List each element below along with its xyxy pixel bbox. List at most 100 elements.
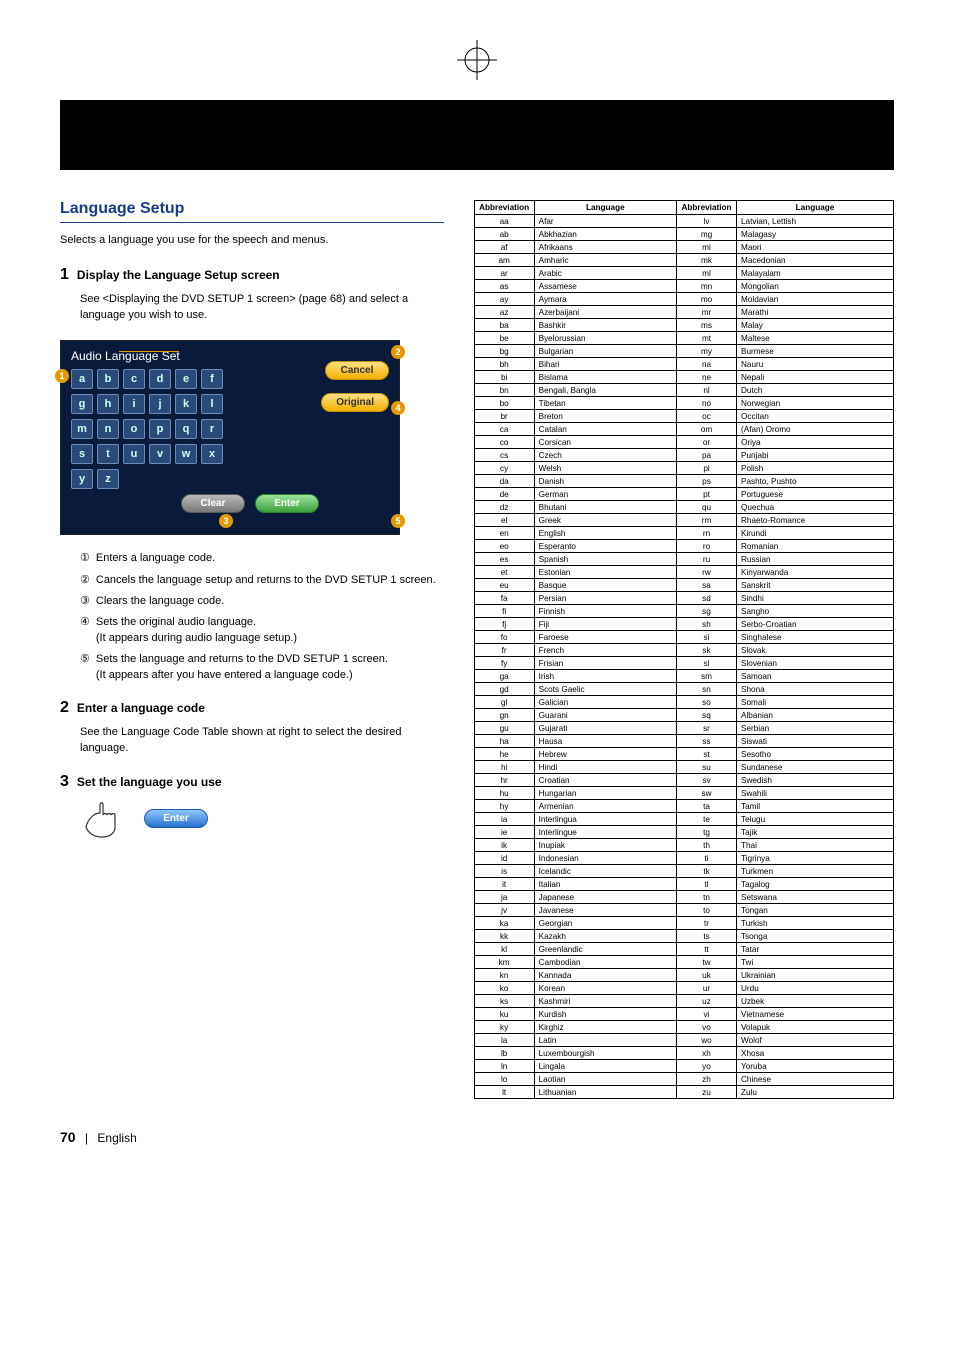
abbr-cell: lv xyxy=(677,215,737,228)
table-row: foFaroesesiSinghalese xyxy=(474,631,893,644)
step-title: Display the Language Setup screen xyxy=(77,266,280,284)
abbr-cell: kn xyxy=(474,969,534,982)
abbr-cell: en xyxy=(474,527,534,540)
page-footer: 70 | English xyxy=(60,1129,894,1145)
lang-cell: Shona xyxy=(737,683,894,696)
table-row: brBretonocOccitan xyxy=(474,410,893,423)
clear-button[interactable]: Clear xyxy=(181,494,245,513)
enter-button[interactable]: Enter xyxy=(255,494,319,513)
lang-cell: Kurdish xyxy=(534,1008,676,1021)
abbr-cell: bn xyxy=(474,384,534,397)
abbr-cell: rm xyxy=(677,514,737,527)
osd-key[interactable]: u xyxy=(123,444,145,464)
lang-cell: Inupiak xyxy=(534,839,676,852)
abbr-cell: nl xyxy=(677,384,737,397)
abbr-cell: da xyxy=(474,475,534,488)
table-row: guGujaratisrSerbian xyxy=(474,722,893,735)
abbr-cell: et xyxy=(474,566,534,579)
osd-key[interactable]: e xyxy=(175,369,197,389)
osd-key[interactable]: d xyxy=(149,369,171,389)
osd-key[interactable]: k xyxy=(175,394,197,414)
lang-cell: Chinese xyxy=(737,1073,894,1086)
osd-key[interactable]: a xyxy=(71,369,93,389)
abbr-cell: lo xyxy=(474,1073,534,1086)
footer-divider: | xyxy=(85,1131,88,1145)
osd-key[interactable]: f xyxy=(201,369,223,389)
osd-key[interactable]: y xyxy=(71,469,93,489)
abbr-cell: te xyxy=(677,813,737,826)
lang-cell: Malagasy xyxy=(737,228,894,241)
abbr-cell: xh xyxy=(677,1047,737,1060)
lang-cell: Nauru xyxy=(737,358,894,371)
col-abbr-header: Abbreviation xyxy=(474,201,534,215)
osd-key[interactable]: t xyxy=(97,444,119,464)
enter-touch-button[interactable]: Enter xyxy=(144,809,208,828)
lang-cell: Danish xyxy=(534,475,676,488)
lang-cell: Japanese xyxy=(534,891,676,904)
abbr-cell: bh xyxy=(474,358,534,371)
table-row: kyKirghizvoVolapuk xyxy=(474,1021,893,1034)
abbr-cell: sk xyxy=(677,644,737,657)
abbr-cell: mn xyxy=(677,280,737,293)
step-1-header: 1 Display the Language Setup screen xyxy=(60,266,444,284)
cancel-button[interactable]: Cancel xyxy=(325,361,389,380)
osd-key[interactable]: b xyxy=(97,369,119,389)
abbr-cell: bo xyxy=(474,397,534,410)
lang-cell: Scots Gaelic xyxy=(534,683,676,696)
osd-key[interactable]: m xyxy=(71,419,93,439)
abbr-cell: hy xyxy=(474,800,534,813)
osd-key[interactable]: s xyxy=(71,444,93,464)
osd-key[interactable]: z xyxy=(97,469,119,489)
table-row: beByelorussianmtMaltese xyxy=(474,332,893,345)
osd-key[interactable]: q xyxy=(175,419,197,439)
osd-key[interactable]: o xyxy=(123,419,145,439)
abbr-cell: br xyxy=(474,410,534,423)
step-3-header: 3 Set the language you use xyxy=(60,773,444,791)
abbr-cell: gl xyxy=(474,696,534,709)
lang-cell: Maltese xyxy=(737,332,894,345)
table-row: eoEsperantoroRomanian xyxy=(474,540,893,553)
osd-key[interactable]: v xyxy=(149,444,171,464)
osd-key[interactable]: l xyxy=(201,394,223,414)
lang-cell: Azerbaijani xyxy=(534,306,676,319)
abbr-cell: fi xyxy=(474,605,534,618)
abbr-cell: my xyxy=(677,345,737,358)
lang-cell: Portuguese xyxy=(737,488,894,501)
abbr-cell: su xyxy=(677,761,737,774)
osd-key[interactable]: n xyxy=(97,419,119,439)
osd-key[interactable]: i xyxy=(123,394,145,414)
lang-cell: Basque xyxy=(534,579,676,592)
osd-key[interactable]: w xyxy=(175,444,197,464)
table-row: dzBhutaniquQuechua xyxy=(474,501,893,514)
step-number: 2 xyxy=(60,699,69,717)
table-row: haHausassSiswati xyxy=(474,735,893,748)
abbr-cell: kl xyxy=(474,943,534,956)
step-title: Set the language you use xyxy=(77,773,222,791)
callout-item: ⑤Sets the language and returns to the DV… xyxy=(80,652,444,683)
abbr-cell: af xyxy=(474,241,534,254)
table-row: bnBengali, BanglanlDutch xyxy=(474,384,893,397)
language-code-table: Abbreviation Language Abbreviation Langu… xyxy=(474,200,894,1099)
table-row: kkKazakhtsTsonga xyxy=(474,930,893,943)
table-row: ksKashmiriuzUzbek xyxy=(474,995,893,1008)
lang-cell: Lingala xyxy=(534,1060,676,1073)
original-button[interactable]: Original xyxy=(321,393,389,412)
lang-cell: Tibetan xyxy=(534,397,676,410)
lang-cell: Burmese xyxy=(737,345,894,358)
osd-key[interactable]: j xyxy=(149,394,171,414)
osd-key[interactable]: x xyxy=(201,444,223,464)
lang-cell: German xyxy=(534,488,676,501)
osd-key[interactable]: h xyxy=(97,394,119,414)
lang-cell: Irish xyxy=(534,670,676,683)
osd-key[interactable]: p xyxy=(149,419,171,439)
table-row: deGermanptPortuguese xyxy=(474,488,893,501)
lang-cell: Somali xyxy=(737,696,894,709)
lang-cell: Spanish xyxy=(534,553,676,566)
lang-cell: Sindhi xyxy=(737,592,894,605)
osd-key[interactable]: r xyxy=(201,419,223,439)
abbr-cell: es xyxy=(474,553,534,566)
lang-cell: Marathi xyxy=(737,306,894,319)
osd-key[interactable]: c xyxy=(123,369,145,389)
lang-cell: Macedonian xyxy=(737,254,894,267)
osd-key[interactable]: g xyxy=(71,394,93,414)
